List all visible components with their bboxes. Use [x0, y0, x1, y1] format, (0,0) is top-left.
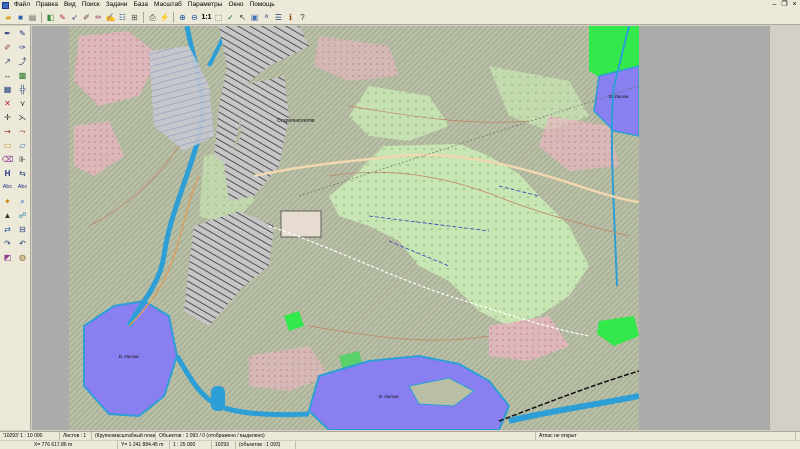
- fill-tool-icon[interactable]: ▱: [16, 140, 29, 151]
- layers-icon[interactable]: ◧: [45, 12, 56, 23]
- map-side-panel: [769, 26, 800, 430]
- lightning-icon[interactable]: ⚡: [159, 12, 170, 23]
- info-icon[interactable]: ℹ: [285, 12, 296, 23]
- globe-tool-icon[interactable]: ◍: [16, 252, 29, 263]
- status-x-coordinate: X= 776 617.86 m: [0, 440, 118, 449]
- toolbar-separator: [173, 11, 174, 23]
- zoom-in-icon[interactable]: ⊕: [177, 12, 188, 23]
- curve-tool-icon[interactable]: ⤴: [16, 56, 29, 67]
- status-object-count: (объектов : 1 093): [236, 440, 296, 449]
- pencil-tool-icon[interactable]: ✎: [16, 28, 29, 39]
- toolbar-separator: [41, 11, 42, 23]
- menu-search[interactable]: Поиск: [79, 0, 103, 10]
- menu-file[interactable]: Файл: [11, 0, 33, 10]
- close-icon[interactable]: ×: [791, 1, 798, 8]
- lake-northeast-label: В. Иалом: [609, 94, 629, 99]
- status-y-coordinate: Y= 1 241 884.45 m: [118, 440, 170, 449]
- settlement-square: [280, 210, 322, 238]
- save-icon[interactable]: ■: [15, 12, 26, 23]
- network-tool-icon[interactable]: ☍: [16, 210, 29, 221]
- cursor-icon[interactable]: ↖: [237, 12, 248, 23]
- print-icon[interactable]: ▤: [27, 12, 38, 23]
- zoom-actual-size-button[interactable]: 1:1: [201, 12, 212, 23]
- lake-south-label: В. Иалом: [379, 394, 399, 399]
- print-preview-icon[interactable]: ⎙: [147, 12, 158, 23]
- menu-database[interactable]: База: [131, 0, 151, 10]
- toolbar-separator: [143, 11, 144, 23]
- join-tool-icon[interactable]: ⇝: [1, 126, 14, 137]
- status-bar-top: '10293' 1 : 10 000 Листов : 1 (Крупномас…: [0, 431, 800, 441]
- help-icon[interactable]: ?: [297, 12, 308, 23]
- delete-point-icon[interactable]: ✕: [1, 98, 14, 109]
- open-icon[interactable]: ▰: [3, 12, 14, 23]
- topographic-map[interactable]: Староянкогиляв В. Иалом В. Иалом В. Иало…: [69, 26, 639, 430]
- image-tool-icon[interactable]: ◩: [1, 252, 14, 263]
- symbol-tool-icon[interactable]: ✦: [1, 196, 14, 207]
- menu-bar: Файл Правка Вид Поиск Задачи База Масшта…: [0, 0, 800, 10]
- grid-tool-icon[interactable]: ▦: [1, 84, 14, 95]
- menu-help[interactable]: Помощь: [247, 0, 278, 10]
- stamp-tool-icon[interactable]: ✑: [16, 42, 29, 53]
- rectangle-tool-icon[interactable]: ▭: [1, 140, 14, 151]
- app-icon: [2, 1, 9, 9]
- select-icon[interactable]: ✎: [57, 12, 68, 23]
- select-area-icon[interactable]: ▣: [249, 12, 260, 23]
- triangle-tool-icon[interactable]: ▲: [1, 210, 14, 221]
- status-bar-bottom: X= 776 617.86 m Y= 1 241 884.45 m 1 : 25…: [0, 440, 800, 449]
- menu-view[interactable]: Вид: [61, 0, 79, 10]
- vertex-tool-icon[interactable]: ⋎: [16, 98, 29, 109]
- properties-icon[interactable]: ☰: [273, 12, 284, 23]
- gis-app-window: Файл Правка Вид Поиск Задачи База Масшта…: [0, 0, 800, 449]
- crosshair-tool-icon[interactable]: ╬: [16, 84, 29, 95]
- align-tool-icon[interactable]: ↔: [1, 70, 14, 81]
- window-controls: – ❐ ×: [771, 1, 798, 8]
- main-toolbar: ▰ ■ ▤ ◧ ✎ ➶ ✐ ✏ ✍ ☷ ⊞ ⎙ ⚡ ⊕ ⊖ 1:1 ⬚ ✓ ↖ …: [0, 10, 800, 25]
- pen-tool-icon[interactable]: ✒: [1, 28, 14, 39]
- rotate-tool-icon[interactable]: ↷: [1, 238, 14, 249]
- search-tool-icon[interactable]: ⌕: [16, 196, 29, 207]
- pointer-icon[interactable]: ➶: [69, 12, 80, 23]
- map-viewport[interactable]: Староянкогиляв В. Иалом В. Иалом В. Иало…: [32, 26, 800, 430]
- table-tool-icon[interactable]: ⊟: [16, 224, 29, 235]
- text-search-icon[interactable]: ª: [261, 12, 272, 23]
- menu-edit[interactable]: Правка: [33, 0, 61, 10]
- text-label-tool-icon[interactable]: Abc: [1, 182, 14, 193]
- mirror-tool-icon[interactable]: ⇆: [16, 168, 29, 179]
- draw-icon[interactable]: ✏: [93, 12, 104, 23]
- link-tool-icon[interactable]: ⤳: [16, 126, 29, 137]
- restore-icon[interactable]: ❐: [781, 1, 788, 8]
- rotate-back-tool-icon[interactable]: ↶: [16, 238, 29, 249]
- measure-icon[interactable]: ✐: [81, 12, 92, 23]
- text-tool-icon[interactable]: ✍: [105, 12, 116, 23]
- grid-icon[interactable]: ⊞: [129, 12, 140, 23]
- status-scale: 1 : 25 000: [170, 440, 212, 449]
- menu-window[interactable]: Окно: [225, 0, 246, 10]
- eraser-tool-icon[interactable]: ⌫: [1, 154, 14, 165]
- text-label-tool-2-icon[interactable]: Abc: [16, 182, 29, 193]
- split-tool-icon[interactable]: ⋋: [16, 112, 29, 123]
- pond-small: [211, 386, 225, 411]
- zoom-out-icon[interactable]: ⊖: [189, 12, 200, 23]
- polygon-tool-icon[interactable]: ▩: [16, 70, 29, 81]
- menu-tasks[interactable]: Задачи: [103, 0, 131, 10]
- lake-west-label: В. Иалом: [119, 354, 139, 359]
- check-icon[interactable]: ✓: [225, 12, 236, 23]
- route-tool-icon[interactable]: ⇄: [1, 224, 14, 235]
- tool-panel: ✒ ✎ ✐ ✑ ↗ ⤴ ↔ ▩ ▦ ╬ ✕ ⋎ ✛ ⋋ ⇝ ⤳ ▭ ▱ ⌫ ⊪ …: [0, 26, 31, 430]
- fence-tool-icon[interactable]: ⊪: [16, 154, 29, 165]
- menu-parameters[interactable]: Параметры: [185, 0, 226, 10]
- height-tool-icon[interactable]: H: [1, 168, 14, 179]
- status-map-name: 10293: [212, 440, 236, 449]
- brush-tool-icon[interactable]: ✐: [1, 42, 14, 53]
- zoom-window-icon[interactable]: ⬚: [213, 12, 224, 23]
- minimize-icon[interactable]: –: [771, 1, 778, 8]
- table-icon[interactable]: ☷: [117, 12, 128, 23]
- move-tool-icon[interactable]: ✛: [1, 112, 14, 123]
- node-tool-icon[interactable]: ↗: [1, 56, 14, 67]
- settlement-label: Староянкогиляв: [277, 118, 315, 124]
- menu-scale[interactable]: Масштаб: [151, 0, 185, 10]
